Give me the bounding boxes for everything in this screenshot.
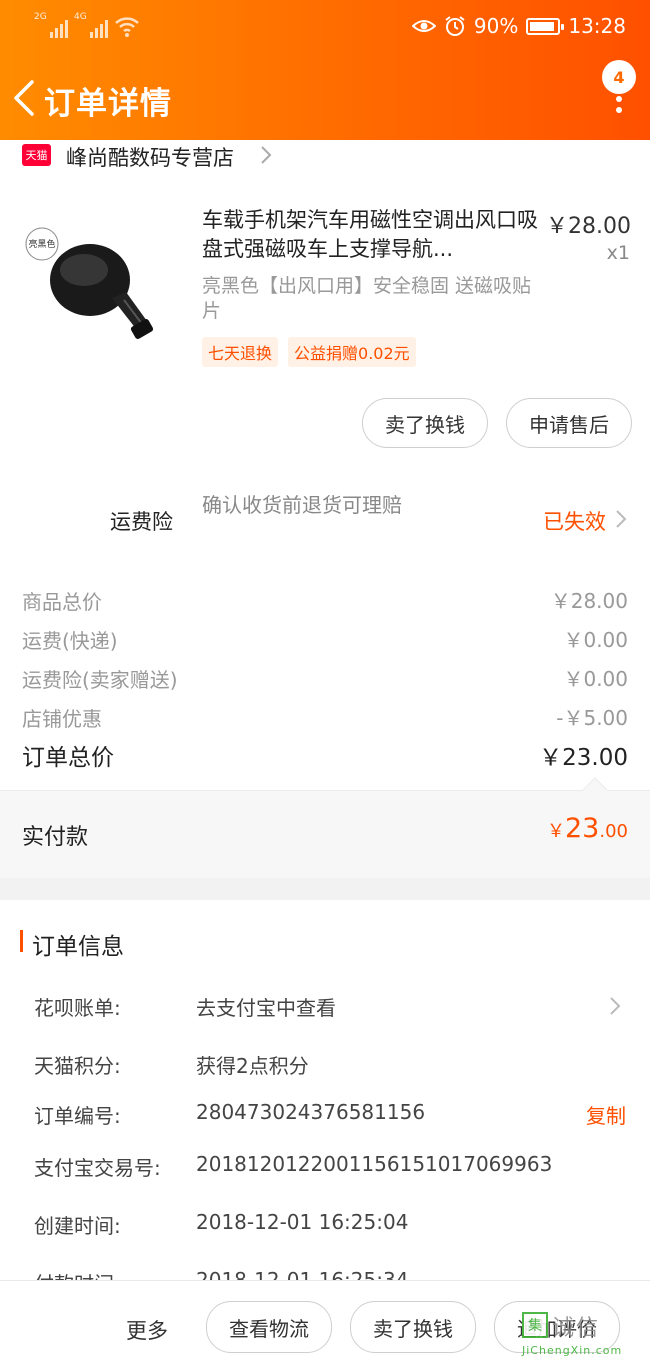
after-sale-button[interactable]: 申请售后 xyxy=(506,398,632,448)
product-quantity: x1 xyxy=(606,242,630,264)
info-value: 2018120122001156151017069963 xyxy=(196,1152,553,1176)
section-accent-bar xyxy=(20,930,23,952)
section-title: 订单信息 xyxy=(32,934,124,960)
status-bar: 2G 4G 90% 13:28 xyxy=(0,0,650,56)
chevron-right-icon xyxy=(610,997,621,1015)
battery-icon xyxy=(526,17,565,35)
message-count-badge: 4 xyxy=(602,60,636,94)
info-value: 280473024376581156 xyxy=(196,1100,426,1124)
status-left: 2G 4G xyxy=(34,12,140,38)
insurance-status: 已失效 xyxy=(543,510,606,534)
more-button[interactable]: 更多 xyxy=(126,1315,168,1345)
bottom-action-bar: 更多 查看物流 卖了换钱 追加评价 集 诚信 JiChengXin.com xyxy=(0,1280,650,1372)
summary-value: -￥5.00 xyxy=(556,706,628,730)
info-label: 天猫积分: xyxy=(34,1054,121,1078)
info-label: 支付宝交易号: xyxy=(34,1156,161,1180)
order-total-row: 订单总价 ￥23.00 xyxy=(0,736,650,776)
more-menu-button[interactable]: 4 xyxy=(598,60,636,120)
info-value: 去支付宝中查看 xyxy=(196,996,336,1020)
watermark: 集 诚信 JiChengXin.com xyxy=(522,1312,642,1364)
currency-symbol: ￥ xyxy=(547,821,565,842)
copy-button[interactable]: 复制 xyxy=(586,1100,626,1129)
summary-value: ￥0.00 xyxy=(563,628,628,652)
shop-name: 峰尚酷数码专营店 xyxy=(66,146,234,170)
insurance-label: 运费险 xyxy=(110,510,173,534)
product-image[interactable]: 亮黑色 xyxy=(20,206,170,356)
info-label: 创建时间: xyxy=(34,1214,121,1238)
summary-label: 运费(快递) xyxy=(22,629,118,653)
huabei-bill-row[interactable]: 花呗账单: 去支付宝中查看 xyxy=(0,988,650,1028)
signal-2-icon: 4G xyxy=(74,12,108,38)
actual-payment-row: 实付款 ￥23.00 xyxy=(0,777,650,878)
created-time-row: 创建时间: 2018-12-01 16:25:04 xyxy=(0,1206,650,1246)
product-title[interactable]: 车载手机架汽车用磁性空调出风口吸盘式强磁吸车上支撑导航... xyxy=(202,206,538,264)
sim1-label: 2G xyxy=(34,12,47,22)
clock: 13:28 xyxy=(568,14,626,38)
order-total-label: 订单总价 xyxy=(22,745,114,771)
alarm-icon xyxy=(445,16,465,36)
summary-row: 运费险(卖家赠送) ￥0.00 xyxy=(0,658,650,697)
tag-charity: 公益捐赠0.02元 xyxy=(288,337,416,367)
amount-decimal: .00 xyxy=(599,821,628,842)
summary-row: 运费(快递) ￥0.00 xyxy=(0,619,650,658)
page-title: 订单详情 xyxy=(44,86,172,122)
info-label: 花呗账单: xyxy=(34,996,121,1020)
tag-seven-day-return: 七天退换 xyxy=(202,337,279,367)
order-number-row: 订单编号: 280473024376581156 复制 xyxy=(0,1096,650,1136)
actual-payment-value: ￥23.00 xyxy=(547,813,628,844)
order-info-section: 订单信息 花呗账单: 去支付宝中查看 天猫积分: 获得2点积分 订单编号: 28… xyxy=(0,900,650,1296)
summary-label: 商品总价 xyxy=(22,590,102,614)
insurance-description: 确认收货前退货可理赔 xyxy=(202,493,402,517)
shipping-insurance-row[interactable]: 运费险 确认收货前退货可理赔 已失效 xyxy=(0,478,650,558)
sim2-label: 4G xyxy=(74,12,87,22)
summary-label: 店铺优惠 xyxy=(22,707,102,731)
amount-integer: 23 xyxy=(565,813,600,844)
tmall-points-row: 天猫积分: 获得2点积分 xyxy=(0,1046,650,1086)
resell-button[interactable]: 卖了换钱 xyxy=(362,398,488,448)
product-tags: 七天退换 公益捐赠0.02元 xyxy=(202,337,416,367)
battery-percent: 90% xyxy=(473,14,519,38)
header: 2G 4G 90% 13:28 订单详情 4 xyxy=(0,0,650,140)
chevron-right-icon xyxy=(261,146,272,164)
order-total-value: ￥23.00 xyxy=(539,745,628,771)
order-detail-page: 2G 4G 90% 13:28 订单详情 4 天猫 峰尚酷数码专营店 亮黑色 车… xyxy=(0,0,650,1372)
section-divider xyxy=(0,878,650,900)
product-item[interactable]: 亮黑色 车载手机架汽车用磁性空调出风口吸盘式强磁吸车上支撑导航... ￥28.0… xyxy=(0,188,650,378)
price-summary: 商品总价 ￥28.00 运费(快递) ￥0.00 运费险(卖家赠送) ￥0.00… xyxy=(0,580,650,736)
watermark-url: JiChengXin.com xyxy=(522,1344,623,1357)
summary-value: ￥0.00 xyxy=(563,667,628,691)
product-actions: 卖了换钱 申请售后 xyxy=(362,398,632,448)
wifi-icon xyxy=(115,17,139,37)
info-value: 获得2点积分 xyxy=(196,1054,309,1078)
product-spec: 亮黑色【出风口用】安全稳固 送磁吸贴片 xyxy=(202,275,532,322)
view-logistics-button[interactable]: 查看物流 xyxy=(206,1301,332,1353)
summary-row: 店铺优惠 -￥5.00 xyxy=(0,697,650,736)
alipay-trade-row: 支付宝交易号: 2018120122001156151017069963 xyxy=(0,1148,650,1188)
back-arrow-icon[interactable] xyxy=(8,78,38,118)
actual-payment-label: 实付款 xyxy=(22,825,89,850)
eye-icon xyxy=(411,20,436,32)
shop-row[interactable]: 天猫 峰尚酷数码专营店 xyxy=(0,140,650,180)
status-right: 90% 13:28 xyxy=(411,14,626,38)
info-label: 订单编号: xyxy=(34,1104,121,1128)
more-dots-icon xyxy=(616,96,624,118)
watermark-box: 集 xyxy=(522,1312,548,1338)
tmall-logo: 天猫 xyxy=(22,144,51,166)
signal-1-icon: 2G xyxy=(34,12,68,38)
navbar: 订单详情 4 xyxy=(0,56,650,140)
product-image-brand: 亮黑色 xyxy=(28,238,55,250)
summary-label: 运费险(卖家赠送) xyxy=(22,668,178,692)
summary-value: ￥28.00 xyxy=(550,589,628,613)
product-price: ￥28.00 xyxy=(546,214,631,239)
summary-row: 商品总价 ￥28.00 xyxy=(0,580,650,619)
chevron-right-icon xyxy=(616,510,627,528)
resell-button[interactable]: 卖了换钱 xyxy=(350,1301,476,1353)
info-value: 2018-12-01 16:25:04 xyxy=(196,1210,409,1234)
notch xyxy=(582,777,608,803)
watermark-text: 诚信 xyxy=(552,1316,601,1341)
